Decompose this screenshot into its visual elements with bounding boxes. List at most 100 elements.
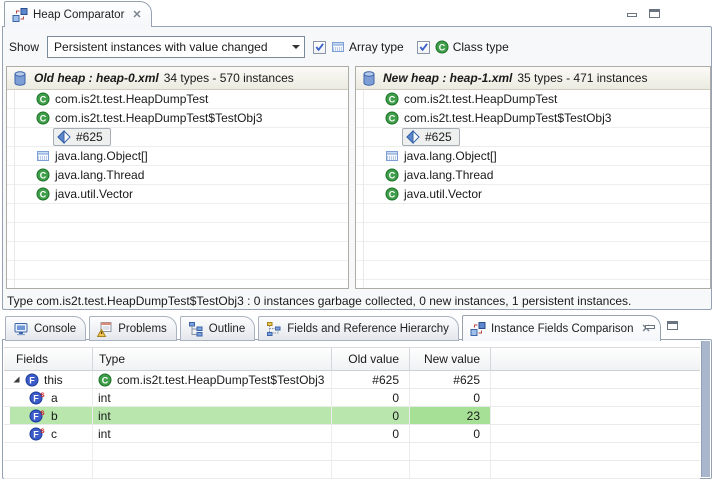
selected-instance[interactable]: #625	[53, 128, 111, 146]
tree-empty-row	[7, 242, 348, 261]
status-text: Type com.is2t.test.HeapDumpTest$TestObj3…	[7, 294, 631, 308]
svg-text:F: F	[33, 393, 39, 403]
tree-item-class[interactable]: C com.is2t.test.HeapDumpTest	[7, 90, 348, 109]
close-icon[interactable]: ✕	[132, 8, 141, 21]
tree-item-label: com.is2t.test.HeapDumpTest$TestObj3	[404, 111, 611, 125]
array-type-checkbox[interactable]	[313, 41, 326, 54]
tree-item-array[interactable]: java.lang.Object[]	[356, 147, 710, 166]
class-icon: C	[385, 168, 399, 182]
new-heap-tree: C com.is2t.test.HeapDumpTest C com.is2t.…	[356, 90, 710, 288]
svg-text:C: C	[389, 114, 396, 124]
table-row-a[interactable]: Fs a int 0 0	[4, 389, 700, 407]
heap-comparator-content: Show Persistent instances with value cha…	[2, 26, 712, 310]
class-type-label: Class type	[453, 40, 509, 54]
tree-item-class[interactable]: C java.util.Vector	[7, 185, 348, 204]
tree-item-class[interactable]: C com.is2t.test.HeapDumpTest$TestObj3	[7, 109, 348, 128]
tree-item-class[interactable]: C com.is2t.test.HeapDumpTest$TestObj3	[356, 109, 710, 128]
array-type-label: Array type	[349, 40, 404, 54]
array-type-icon	[331, 40, 345, 54]
svg-text:F: F	[33, 411, 39, 421]
new-heap-header: New heap : heap-1.xml 35 types - 471 ins…	[356, 67, 710, 90]
tab-instance-fields-comparison[interactable]: Instance Fields Comparison ✕	[462, 315, 661, 341]
tree-item-label: com.is2t.test.HeapDumpTest$TestObj3	[55, 111, 262, 125]
svg-text:C: C	[389, 171, 396, 181]
tree-item-label: java.lang.Object[]	[404, 149, 497, 163]
column-header-type[interactable]: Type	[93, 348, 332, 370]
old-value: 0	[392, 391, 399, 405]
maximize-button[interactable]	[666, 320, 679, 331]
svg-text:s: s	[40, 409, 45, 417]
class-type-checkbox[interactable]	[417, 41, 430, 54]
bottom-view: Console Problems Outline Fields and Refe…	[2, 314, 712, 479]
tab-outline[interactable]: Outline	[180, 316, 255, 341]
tab-problems[interactable]: Problems	[89, 316, 177, 341]
vertical-scrollbar[interactable]	[701, 341, 710, 477]
show-filter-dropdown[interactable]: Persistent instances with value changed	[47, 36, 305, 58]
old-value: 0	[392, 427, 399, 441]
tab-console[interactable]: Console	[5, 316, 86, 341]
old-heap-tree: C com.is2t.test.HeapDumpTest C com.is2t.…	[7, 90, 348, 288]
minimize-button[interactable]	[644, 320, 657, 331]
tree-item-class[interactable]: C java.lang.Thread	[7, 166, 348, 185]
tree-item-label: com.is2t.test.HeapDumpTest	[55, 92, 208, 106]
tree-item-label: #625	[425, 130, 452, 144]
tree-item-instance[interactable]: #625	[356, 128, 710, 147]
tree-item-label: com.is2t.test.HeapDumpTest	[404, 92, 557, 106]
field-name: b	[51, 409, 58, 423]
tree-item-class[interactable]: C com.is2t.test.HeapDumpTest	[356, 90, 710, 109]
tab-label: Heap Comparator	[33, 9, 124, 21]
tree-item-class[interactable]: C java.util.Vector	[356, 185, 710, 204]
instance-fields-comparison-content: Fields Type Old value New value F this C…	[2, 339, 712, 479]
table-row-this[interactable]: F this C com.is2t.test.HeapDumpTest$Test…	[4, 371, 700, 389]
expander-icon[interactable]	[12, 375, 21, 384]
tab-label: Fields and Reference Hierarchy	[287, 323, 449, 335]
tree-empty-row	[7, 204, 348, 223]
svg-text:C: C	[438, 43, 445, 53]
class-icon: C	[385, 187, 399, 201]
instance-icon	[57, 130, 71, 144]
problems-icon	[97, 321, 113, 337]
tree-gutter	[14, 90, 15, 288]
tree-empty-row	[356, 261, 710, 280]
svg-text:F: F	[33, 429, 39, 439]
class-icon: C	[36, 111, 50, 125]
show-filter-value: Persistent instances with value changed	[54, 40, 292, 54]
column-header-old-value[interactable]: Old value	[332, 348, 410, 370]
table-row-c[interactable]: Fs c int 0 0	[4, 425, 700, 443]
field-icon: F	[25, 373, 39, 387]
new-heap-title: New heap : heap-1.xml	[383, 71, 512, 85]
tree-item-class[interactable]: C java.lang.Thread	[356, 166, 710, 185]
svg-text:F: F	[29, 375, 35, 385]
svg-text:C: C	[40, 114, 47, 124]
tree-item-label: java.lang.Object[]	[55, 149, 148, 163]
tree-item-array[interactable]: java.lang.Object[]	[7, 147, 348, 166]
tree-empty-row	[356, 280, 710, 288]
field-type: int	[98, 427, 111, 441]
new-value: 0	[473, 391, 480, 405]
table-row-b[interactable]: Fs b int 0 23	[4, 407, 700, 425]
selected-instance[interactable]: #625	[402, 128, 460, 146]
console-icon	[13, 321, 29, 337]
old-heap-header: Old heap : heap-0.xml 34 types - 570 ins…	[7, 67, 348, 90]
tab-heap-comparator[interactable]: Heap Comparator ✕	[4, 1, 152, 27]
tab-label: Outline	[209, 323, 245, 335]
tree-item-label: java.util.Vector	[55, 187, 133, 201]
field-static-icon: Fs	[29, 427, 46, 441]
svg-text:C: C	[389, 190, 396, 200]
tree-empty-row	[356, 223, 710, 242]
maximize-button[interactable]	[648, 8, 661, 19]
tab-label: Console	[34, 323, 76, 335]
class-icon: C	[36, 168, 50, 182]
tree-empty-row	[7, 261, 348, 280]
old-heap-title: Old heap : heap-0.xml	[34, 71, 159, 85]
class-type-icon: C	[435, 40, 449, 54]
svg-text:C: C	[40, 190, 47, 200]
minimize-button[interactable]	[626, 8, 639, 19]
tree-item-instance[interactable]: #625	[7, 128, 348, 147]
heap-comparator-view: Heap Comparator ✕ Show Persistent instan…	[2, 1, 712, 310]
tree-item-label: #625	[76, 130, 103, 144]
tab-fields-and-reference-hierarchy[interactable]: Fields and Reference Hierarchy	[258, 316, 459, 341]
column-header-new-value[interactable]: New value	[410, 348, 491, 370]
column-header-fields[interactable]: Fields	[10, 348, 93, 370]
tree-empty-row	[356, 242, 710, 261]
